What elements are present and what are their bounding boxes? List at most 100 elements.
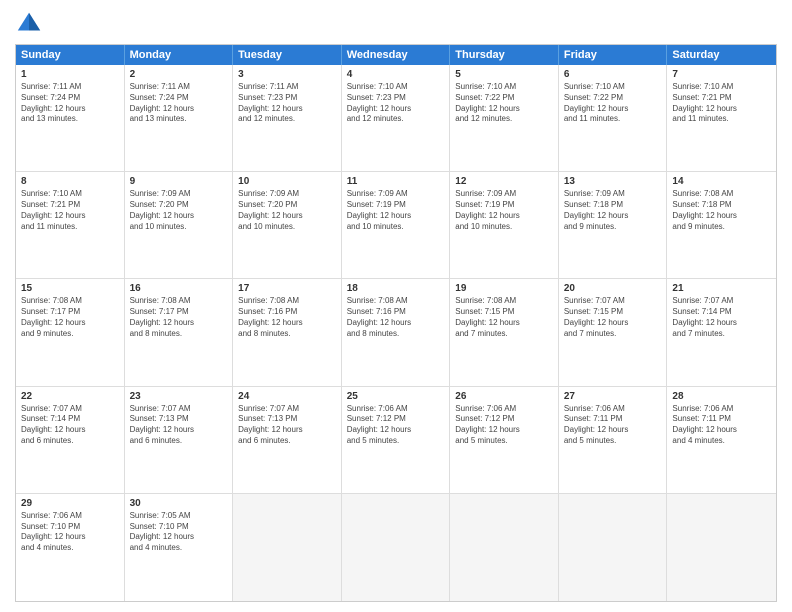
day-detail: Sunrise: 7:06 AMSunset: 7:12 PMDaylight:… [347,404,445,447]
day-number: 22 [21,390,119,403]
day-number: 7 [672,68,771,81]
cal-cell-empty-3 [342,494,451,601]
cal-cell-29: 29Sunrise: 7:06 AMSunset: 7:10 PMDayligh… [16,494,125,601]
cal-week-5: 29Sunrise: 7:06 AMSunset: 7:10 PMDayligh… [16,494,776,601]
cal-cell-11: 11Sunrise: 7:09 AMSunset: 7:19 PMDayligh… [342,172,451,278]
day-detail: Sunrise: 7:10 AMSunset: 7:23 PMDaylight:… [347,82,445,125]
day-number: 17 [238,282,336,295]
day-detail: Sunrise: 7:06 AMSunset: 7:11 PMDaylight:… [564,404,662,447]
cal-cell-12: 12Sunrise: 7:09 AMSunset: 7:19 PMDayligh… [450,172,559,278]
cal-cell-24: 24Sunrise: 7:07 AMSunset: 7:13 PMDayligh… [233,387,342,493]
day-detail: Sunrise: 7:06 AMSunset: 7:12 PMDaylight:… [455,404,553,447]
day-detail: Sunrise: 7:07 AMSunset: 7:15 PMDaylight:… [564,296,662,339]
day-detail: Sunrise: 7:09 AMSunset: 7:20 PMDaylight:… [130,189,228,232]
cal-cell-1: 1Sunrise: 7:11 AMSunset: 7:24 PMDaylight… [16,65,125,171]
cal-header-monday: Monday [125,45,234,65]
cal-cell-3: 3Sunrise: 7:11 AMSunset: 7:23 PMDaylight… [233,65,342,171]
day-number: 12 [455,175,553,188]
cal-cell-empty-2 [233,494,342,601]
day-number: 25 [347,390,445,403]
cal-cell-21: 21Sunrise: 7:07 AMSunset: 7:14 PMDayligh… [667,279,776,385]
cal-cell-empty-6 [667,494,776,601]
day-detail: Sunrise: 7:09 AMSunset: 7:18 PMDaylight:… [564,189,662,232]
day-detail: Sunrise: 7:06 AMSunset: 7:11 PMDaylight:… [672,404,771,447]
day-number: 28 [672,390,771,403]
day-number: 19 [455,282,553,295]
cal-cell-27: 27Sunrise: 7:06 AMSunset: 7:11 PMDayligh… [559,387,668,493]
cal-cell-5: 5Sunrise: 7:10 AMSunset: 7:22 PMDaylight… [450,65,559,171]
cal-cell-28: 28Sunrise: 7:06 AMSunset: 7:11 PMDayligh… [667,387,776,493]
day-number: 21 [672,282,771,295]
day-detail: Sunrise: 7:07 AMSunset: 7:13 PMDaylight:… [238,404,336,447]
cal-cell-14: 14Sunrise: 7:08 AMSunset: 7:18 PMDayligh… [667,172,776,278]
cal-week-3: 15Sunrise: 7:08 AMSunset: 7:17 PMDayligh… [16,279,776,386]
cal-cell-13: 13Sunrise: 7:09 AMSunset: 7:18 PMDayligh… [559,172,668,278]
day-detail: Sunrise: 7:11 AMSunset: 7:23 PMDaylight:… [238,82,336,125]
day-number: 6 [564,68,662,81]
day-detail: Sunrise: 7:07 AMSunset: 7:14 PMDaylight:… [672,296,771,339]
day-number: 9 [130,175,228,188]
day-number: 4 [347,68,445,81]
day-detail: Sunrise: 7:06 AMSunset: 7:10 PMDaylight:… [21,511,119,554]
logo-icon [15,10,43,38]
cal-cell-6: 6Sunrise: 7:10 AMSunset: 7:22 PMDaylight… [559,65,668,171]
day-number: 15 [21,282,119,295]
day-detail: Sunrise: 7:07 AMSunset: 7:13 PMDaylight:… [130,404,228,447]
cal-header-thursday: Thursday [450,45,559,65]
day-detail: Sunrise: 7:10 AMSunset: 7:21 PMDaylight:… [672,82,771,125]
day-number: 26 [455,390,553,403]
cal-header-sunday: Sunday [16,45,125,65]
day-number: 23 [130,390,228,403]
cal-cell-empty-5 [559,494,668,601]
day-number: 29 [21,497,119,510]
cal-cell-15: 15Sunrise: 7:08 AMSunset: 7:17 PMDayligh… [16,279,125,385]
day-detail: Sunrise: 7:07 AMSunset: 7:14 PMDaylight:… [21,404,119,447]
cal-cell-2: 2Sunrise: 7:11 AMSunset: 7:24 PMDaylight… [125,65,234,171]
cal-header-wednesday: Wednesday [342,45,451,65]
cal-week-1: 1Sunrise: 7:11 AMSunset: 7:24 PMDaylight… [16,65,776,172]
day-detail: Sunrise: 7:10 AMSunset: 7:22 PMDaylight:… [564,82,662,125]
cal-cell-10: 10Sunrise: 7:09 AMSunset: 7:20 PMDayligh… [233,172,342,278]
day-number: 20 [564,282,662,295]
day-detail: Sunrise: 7:11 AMSunset: 7:24 PMDaylight:… [130,82,228,125]
day-number: 24 [238,390,336,403]
day-number: 11 [347,175,445,188]
day-number: 27 [564,390,662,403]
day-detail: Sunrise: 7:05 AMSunset: 7:10 PMDaylight:… [130,511,228,554]
cal-header-tuesday: Tuesday [233,45,342,65]
cal-header-friday: Friday [559,45,668,65]
cal-cell-17: 17Sunrise: 7:08 AMSunset: 7:16 PMDayligh… [233,279,342,385]
cal-cell-4: 4Sunrise: 7:10 AMSunset: 7:23 PMDaylight… [342,65,451,171]
cal-cell-30: 30Sunrise: 7:05 AMSunset: 7:10 PMDayligh… [125,494,234,601]
calendar-header: SundayMondayTuesdayWednesdayThursdayFrid… [16,45,776,65]
cal-week-2: 8Sunrise: 7:10 AMSunset: 7:21 PMDaylight… [16,172,776,279]
cal-cell-7: 7Sunrise: 7:10 AMSunset: 7:21 PMDaylight… [667,65,776,171]
calendar-body: 1Sunrise: 7:11 AMSunset: 7:24 PMDaylight… [16,65,776,601]
cal-header-saturday: Saturday [667,45,776,65]
day-number: 10 [238,175,336,188]
day-detail: Sunrise: 7:09 AMSunset: 7:19 PMDaylight:… [347,189,445,232]
day-detail: Sunrise: 7:09 AMSunset: 7:19 PMDaylight:… [455,189,553,232]
cal-cell-25: 25Sunrise: 7:06 AMSunset: 7:12 PMDayligh… [342,387,451,493]
cal-week-4: 22Sunrise: 7:07 AMSunset: 7:14 PMDayligh… [16,387,776,494]
cal-cell-22: 22Sunrise: 7:07 AMSunset: 7:14 PMDayligh… [16,387,125,493]
header [15,10,777,38]
cal-cell-18: 18Sunrise: 7:08 AMSunset: 7:16 PMDayligh… [342,279,451,385]
day-detail: Sunrise: 7:08 AMSunset: 7:18 PMDaylight:… [672,189,771,232]
day-number: 13 [564,175,662,188]
day-number: 1 [21,68,119,81]
cal-cell-26: 26Sunrise: 7:06 AMSunset: 7:12 PMDayligh… [450,387,559,493]
day-detail: Sunrise: 7:08 AMSunset: 7:16 PMDaylight:… [238,296,336,339]
day-detail: Sunrise: 7:11 AMSunset: 7:24 PMDaylight:… [21,82,119,125]
day-number: 14 [672,175,771,188]
cal-cell-23: 23Sunrise: 7:07 AMSunset: 7:13 PMDayligh… [125,387,234,493]
cal-cell-8: 8Sunrise: 7:10 AMSunset: 7:21 PMDaylight… [16,172,125,278]
logo [15,10,47,38]
day-number: 3 [238,68,336,81]
cal-cell-20: 20Sunrise: 7:07 AMSunset: 7:15 PMDayligh… [559,279,668,385]
day-detail: Sunrise: 7:10 AMSunset: 7:21 PMDaylight:… [21,189,119,232]
cal-cell-9: 9Sunrise: 7:09 AMSunset: 7:20 PMDaylight… [125,172,234,278]
day-number: 8 [21,175,119,188]
cal-cell-16: 16Sunrise: 7:08 AMSunset: 7:17 PMDayligh… [125,279,234,385]
day-number: 16 [130,282,228,295]
